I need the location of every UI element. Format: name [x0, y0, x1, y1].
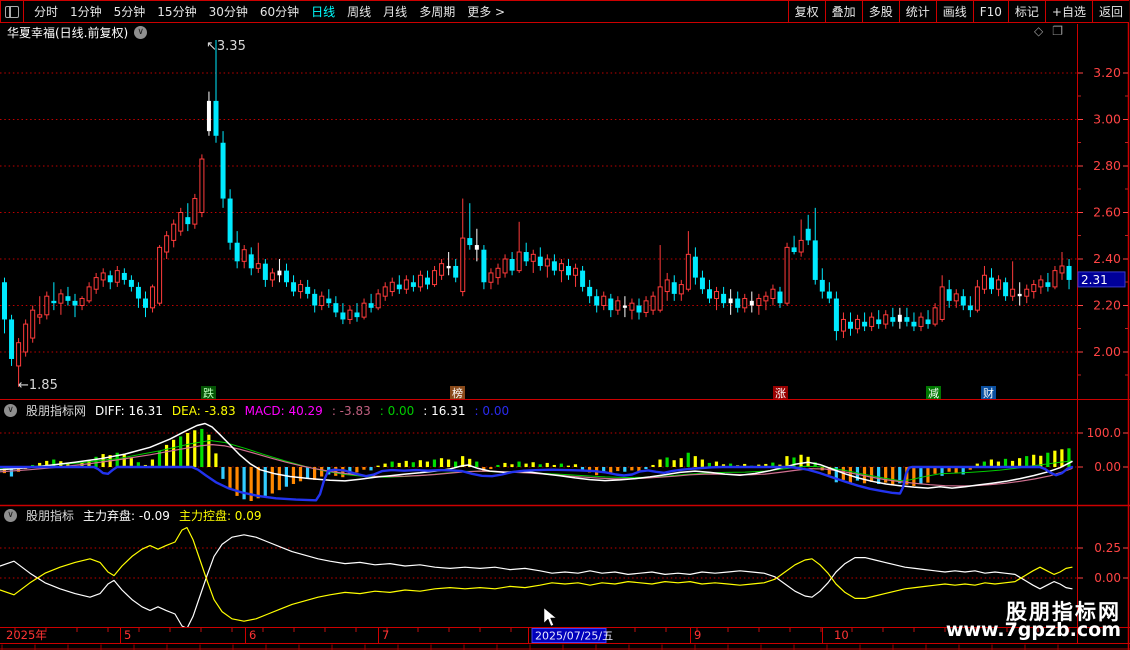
- indicator-value: DIFF: 16.31: [95, 404, 163, 418]
- macd-panel-header: ∨ 股朋指标网 DIFF: 16.31 DEA: -3.83 MACD: 40.29…: [4, 402, 509, 419]
- chevron-down-icon[interactable]: ∨: [134, 26, 147, 39]
- date-axis-label: 10: [834, 628, 849, 642]
- toolbar-button[interactable]: 复权: [788, 1, 825, 22]
- price-axis-label: 3.20: [1093, 65, 1121, 80]
- low-annotation: ←1.85: [18, 378, 58, 393]
- sub-indicator-panel: [0, 528, 1077, 629]
- period-tab[interactable]: 月线: [377, 3, 413, 20]
- svg-text:2025/07/25/五: 2025/07/25/五: [535, 630, 613, 643]
- date-axis-label: 2025年: [6, 628, 47, 642]
- svg-text:涨: 涨: [775, 387, 786, 400]
- toolbar-button[interactable]: 多股: [862, 1, 899, 22]
- date-axis-label: 6: [249, 628, 256, 642]
- indicator-value: 主力控盘: 0.09: [179, 507, 262, 524]
- period-tab[interactable]: 日线: [305, 3, 341, 20]
- toolbar-button[interactable]: 叠加: [825, 1, 862, 22]
- price-axis-label: 2.20: [1093, 298, 1121, 313]
- trading-app-window: 分时1分钟5分钟15分钟30分钟60分钟日线周线月线多周期更多 > 复权叠加多股…: [0, 0, 1130, 650]
- period-tab[interactable]: 更多 >: [461, 3, 511, 20]
- diamond-icon[interactable]: ◇: [1034, 24, 1043, 38]
- period-tab[interactable]: 多周期: [413, 3, 461, 20]
- indicator-value: DEA: -3.83: [172, 404, 236, 418]
- indicator-value: : -3.83: [332, 404, 371, 418]
- layout-toggle-button[interactable]: [1, 1, 24, 22]
- candlestick-panel: [0, 38, 1077, 387]
- sub-axis-label: 0.25: [1094, 541, 1121, 555]
- sub-header-values: 主力弃盘: -0.09 主力控盘: 0.09: [83, 507, 262, 524]
- chevron-down-icon[interactable]: ∨: [4, 509, 17, 522]
- indicator-name: 股朋指标: [26, 507, 74, 524]
- mouse-cursor: [544, 608, 556, 626]
- price-axis-label: 3.00: [1093, 112, 1121, 127]
- svg-text:榜: 榜: [452, 386, 463, 400]
- macd-axis-label: 0.00: [1094, 460, 1121, 474]
- date-axis-label: 9: [694, 628, 701, 642]
- toolbar-button[interactable]: +自选: [1045, 1, 1092, 22]
- main-abandon-line: [0, 535, 1072, 629]
- period-tab[interactable]: 15分钟: [151, 3, 202, 20]
- price-axis: 3.20 3.00 2.80 2.60 2.40 2.20 2.00 2.31 100.0 0.0…: [1078, 65, 1128, 585]
- toolbar-right-items: 复权叠加多股统计画线F10标记+自选返回: [788, 1, 1129, 22]
- signal-badges: 跌榜涨减财: [201, 386, 996, 400]
- date-axis: 2025年 5 6 7 9 10 2025/07/25/五: [2, 628, 1069, 650]
- macd-histogram: [3, 429, 1071, 501]
- svg-text:减: 减: [928, 387, 939, 400]
- price-axis-label: 2.80: [1093, 158, 1121, 173]
- chevron-down-icon[interactable]: ∨: [4, 404, 17, 417]
- chart-canvas[interactable]: ↖3.35 ←1.85 跌 榜 涨 减 财 3.20 3.00 2.80 2.60 2.40 2.20 2…: [0, 0, 1130, 650]
- period-tab[interactable]: 30分钟: [203, 3, 254, 20]
- svg-text:财: 财: [983, 386, 994, 400]
- period-tab[interactable]: 60分钟: [254, 3, 305, 20]
- toolbar-button[interactable]: 统计: [899, 1, 936, 22]
- toolbar-button[interactable]: F10: [973, 1, 1008, 22]
- indicator-value: 主力弃盘: -0.09: [83, 507, 170, 524]
- high-annotation: ↖3.35: [206, 39, 246, 54]
- indicator-value: MACD: 40.29: [245, 404, 323, 418]
- top-toolbar: 分时1分钟5分钟15分钟30分钟60分钟日线周线月线多周期更多 > 复权叠加多股…: [0, 0, 1129, 23]
- macd-panel: [0, 424, 1077, 502]
- window-icon[interactable]: ❐: [1052, 24, 1063, 38]
- toolbar-button[interactable]: 返回: [1092, 1, 1129, 22]
- svg-text:2.31: 2.31: [1081, 273, 1108, 287]
- indicator-value: : 16.31: [423, 404, 465, 418]
- toolbar-left-items: 分时1分钟5分钟15分钟30分钟60分钟日线周线月线多周期更多 >: [24, 3, 511, 20]
- date-axis-label: 7: [382, 628, 389, 642]
- price-axis-label: 2.40: [1093, 251, 1121, 266]
- candlestick-layer: [2, 38, 1072, 387]
- toolbar-button[interactable]: 画线: [936, 1, 973, 22]
- macd-axis-label: 100.0: [1087, 426, 1121, 440]
- watermark-site-url: www.7gpzb.com: [946, 619, 1121, 641]
- indicator-value: : 0.00: [475, 404, 510, 418]
- period-tab[interactable]: 分时: [28, 3, 64, 20]
- macd-blue-line: [0, 467, 1072, 500]
- page-title: 华夏幸福(日线.前复权): [7, 24, 128, 41]
- period-tab[interactable]: 周线: [341, 3, 377, 20]
- window-split-icon: [5, 6, 19, 18]
- period-tab[interactable]: 5分钟: [108, 3, 152, 20]
- indicator-value: : 0.00: [380, 404, 415, 418]
- frame-lines: [0, 0, 1130, 650]
- indicator-name: 股朋指标网: [26, 402, 86, 419]
- price-axis-label: 2.00: [1093, 344, 1121, 359]
- macd-header-values: DIFF: 16.31 DEA: -3.83 MACD: 40.29 : -3.83:…: [95, 404, 509, 418]
- chart-title-row[interactable]: 华夏幸福(日线.前复权) ∨: [7, 24, 147, 41]
- date-axis-label: 5: [124, 628, 131, 642]
- sub-axis-label: 0.00: [1094, 571, 1121, 585]
- toolbar-button[interactable]: 标记: [1008, 1, 1045, 22]
- title-row-icons: ◇ ❐: [1034, 24, 1063, 38]
- period-tab[interactable]: 1分钟: [64, 3, 108, 20]
- sub-panel-header: ∨ 股朋指标 主力弃盘: -0.09 主力控盘: 0.09: [4, 507, 262, 524]
- price-axis-label: 2.60: [1093, 205, 1121, 220]
- svg-text:跌: 跌: [203, 386, 214, 400]
- main-control-line: [0, 528, 1072, 622]
